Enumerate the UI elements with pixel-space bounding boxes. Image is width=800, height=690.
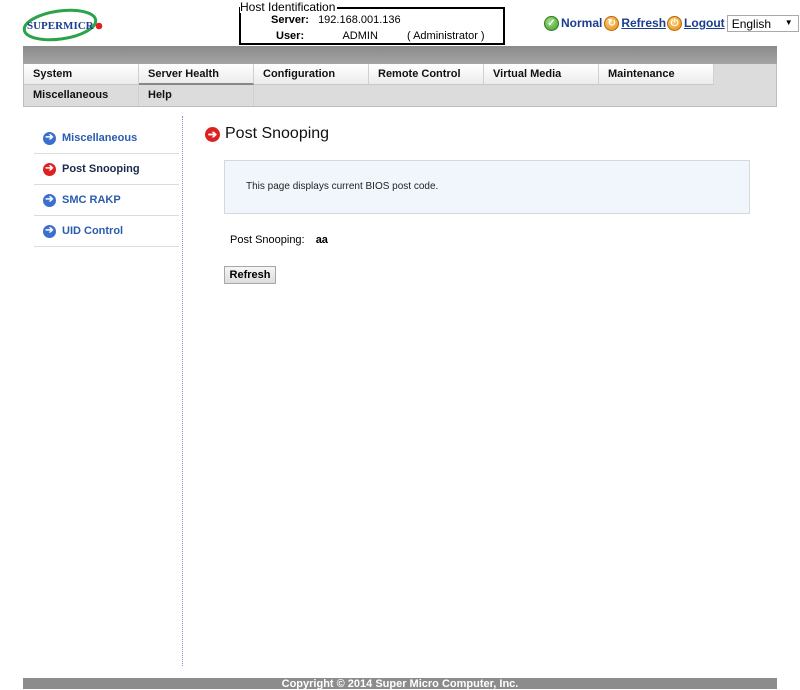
main-menu: System Server Health Configuration Remot…	[23, 64, 777, 107]
arrow-right-icon: ➔	[43, 224, 56, 238]
post-snooping-value: aa	[315, 234, 328, 246]
footer: Copyright © 2014 Super Micro Computer, I…	[23, 678, 777, 690]
sidenav-item-uid-control[interactable]: ➔ UID Control	[34, 216, 179, 247]
post-snooping-field: Post Snooping: aa	[230, 234, 328, 246]
sidenav-item-label: UID Control	[62, 225, 124, 237]
vertical-divider	[182, 116, 183, 666]
server-value: 192.168.001.136	[318, 14, 401, 26]
sidenav-item-label: Post Snooping	[62, 163, 140, 175]
language-selected: English	[731, 16, 772, 31]
chevron-down-icon: ▼	[784, 17, 793, 27]
arrow-right-icon: ➔	[205, 126, 220, 142]
menu-help[interactable]: Help	[139, 85, 254, 106]
logo-text: SUPERMICR	[27, 20, 95, 32]
arrow-right-icon: ➔	[43, 162, 56, 176]
header-actions: ✓ Normal ↻ Refresh ⏻ Logout English ▼	[544, 14, 799, 32]
sidenav-item-post-snooping[interactable]: ➔ Post Snooping	[34, 154, 179, 185]
copyright-text: Copyright © 2014 Super Micro Computer, I…	[281, 678, 519, 690]
user-value: ADMIN	[342, 30, 378, 42]
side-nav: ➔ Miscellaneous ➔ Post Snooping ➔ SMC RA…	[34, 123, 179, 247]
arrow-right-icon: ➔	[43, 131, 56, 145]
refresh-icon: ↻	[604, 15, 620, 31]
menu-maintenance[interactable]: Maintenance	[599, 64, 714, 85]
refresh-link[interactable]: Refresh	[621, 16, 666, 30]
info-text: This page displays current BIOS post cod…	[246, 181, 439, 192]
info-box: This page displays current BIOS post cod…	[224, 160, 750, 214]
refresh-button[interactable]: Refresh	[224, 266, 276, 284]
sidenav-item-label: Miscellaneous	[62, 132, 138, 144]
logout-link[interactable]: Logout	[684, 16, 725, 30]
page-title: ➔ Post Snooping	[205, 125, 329, 143]
menu-remote-control[interactable]: Remote Control	[369, 64, 484, 85]
sidenav-item-label: SMC RAKP	[62, 194, 121, 206]
menu-server-health[interactable]: Server Health	[139, 64, 254, 85]
header-bar	[23, 46, 777, 64]
server-row: Server: 192.168.001.136	[271, 14, 401, 26]
menu-configuration[interactable]: Configuration	[254, 64, 369, 85]
page-title-text: Post Snooping	[225, 125, 330, 142]
user-role: ( Administrator )	[406, 30, 485, 42]
user-label: User:	[276, 30, 305, 42]
post-snooping-label: Post Snooping:	[230, 234, 305, 246]
status-normal-label: Normal	[561, 16, 603, 30]
sidenav-item-smc-rakp[interactable]: ➔ SMC RAKP	[34, 185, 179, 216]
host-identification-legend: Host Identification	[240, 0, 338, 14]
menu-system[interactable]: System	[24, 64, 139, 85]
arrow-right-icon: ➔	[43, 193, 56, 207]
supermicro-logo: SUPERMICR	[22, 6, 104, 42]
status-ok-icon: ✓	[544, 15, 559, 31]
menu-miscellaneous[interactable]: Miscellaneous	[24, 85, 139, 106]
user-row: User: ADMIN ( Administrator )	[271, 30, 485, 42]
host-identification-box: Host Identification Server: 192.168.001.…	[239, 1, 505, 45]
sidenav-item-miscellaneous[interactable]: ➔ Miscellaneous	[34, 123, 179, 154]
server-label: Server:	[271, 14, 309, 26]
logout-icon: ⏻	[667, 15, 683, 31]
menu-virtual-media[interactable]: Virtual Media	[484, 64, 599, 85]
language-select[interactable]: English ▼	[726, 14, 799, 32]
